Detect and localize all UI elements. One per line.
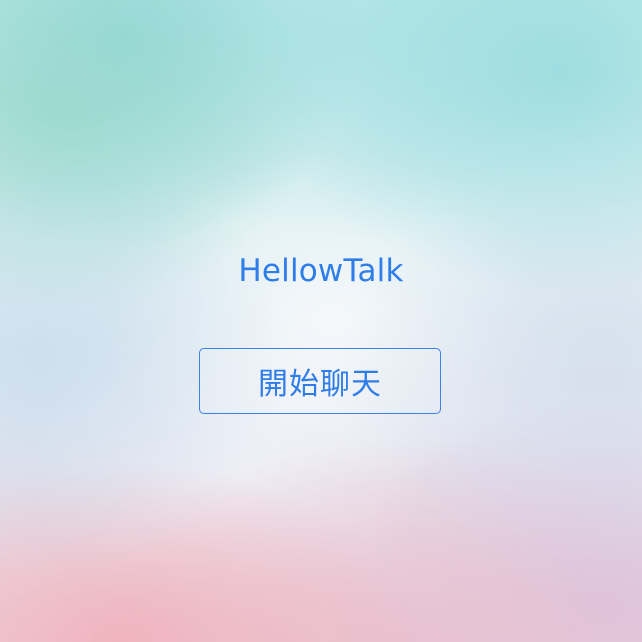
app-title: HellowTalk bbox=[238, 253, 404, 289]
watercolor-background bbox=[0, 0, 642, 642]
start-chat-button[interactable]: 開始聊天 bbox=[199, 348, 441, 414]
